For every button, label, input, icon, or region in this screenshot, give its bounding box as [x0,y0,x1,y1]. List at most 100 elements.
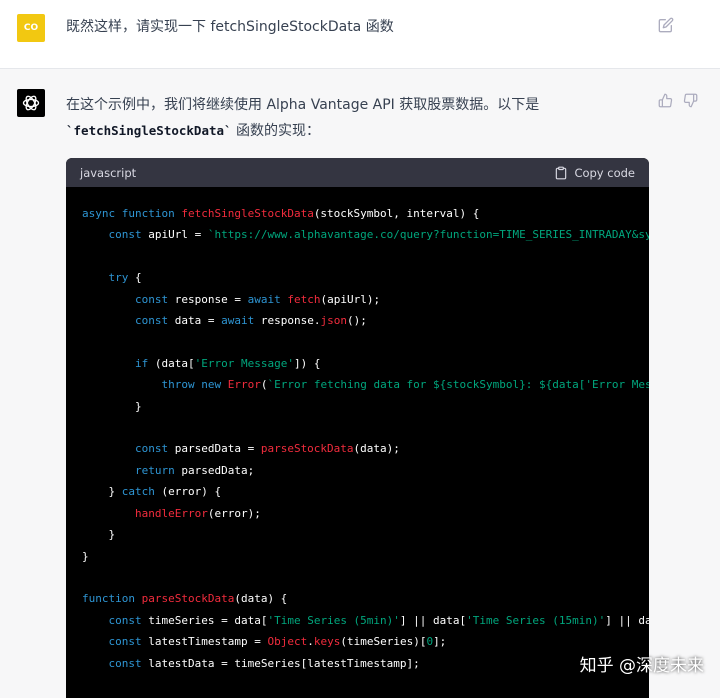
code-token: try [108,271,135,285]
code-token: data = [174,314,222,328]
code-token: fetch [287,292,321,306]
code-token: parsedData; [181,463,255,477]
code-token: latestTimestamp = [148,635,268,649]
code-line: function parseStockData(data) { [82,588,649,609]
code-token: await [247,292,288,306]
copy-code-button[interactable]: Copy code [554,166,635,180]
user-message-row: CO 既然这样，请实现一下 fetchSingleStockData 函数 [0,0,720,69]
code-token: if [134,356,155,370]
code-token: Object [267,635,308,649]
code-token: throw [161,378,202,392]
code-token: latestData = timeSeries[latestTimestamp]… [148,656,420,670]
code-token: const [108,656,149,670]
code-token: return [134,463,182,477]
code-token: `Error fetching data for ${stockSymbol}:… [267,378,649,392]
code-token: (timeSeries)[ [340,635,427,649]
code-token: parseStockData [260,442,354,456]
code-token: const [108,228,149,242]
code-token: await [221,314,261,328]
code-token: ]) { [293,356,321,370]
code-token: (data) { [234,592,288,606]
code-token: const [108,613,149,627]
code-line: const latestData = timeSeries[latestTime… [82,653,649,674]
code-token: response = [174,292,248,306]
code-token: keys [313,635,341,649]
code-token: } [82,399,142,413]
code-token: const [134,442,175,456]
code-token: apiUrl = [148,228,208,242]
code-line: } [82,396,649,417]
code-token: const [134,314,175,328]
code-token: timeSeries = data[ [148,613,268,627]
code-token: function [121,207,182,220]
code-token: parsedData = [174,442,261,456]
code-line: const latestTimestamp = Object.keys(time… [82,631,649,652]
code-token: async [82,207,122,220]
code-token: { [135,271,142,285]
code-token: parseStockData [141,592,235,606]
code-line: const data = await response.json(); [82,310,649,331]
code-token: 'Error Message' [194,356,294,370]
copy-code-label: Copy code [574,165,635,180]
openai-logo-icon [22,95,40,111]
code-language: javascript [80,165,137,180]
code-line: } catch (error) { [82,481,649,502]
code-token: catch [121,485,162,499]
user-message-text: 既然这样，请实现一下 fetchSingleStockData 函数 [66,19,394,35]
code-line: if (data['Error Message']) { [82,353,649,374]
code-token: fetchSingleStockData [181,207,314,220]
assistant-avatar [17,89,45,117]
intro-tail: 函数的实现： [231,123,321,139]
code-token: const [108,635,149,649]
thumb-down-icon[interactable] [683,93,698,108]
code-block: javascript Copy code async function fetc… [66,158,649,698]
code-line: return parsedData; [82,460,649,481]
assistant-message-row: 在这个示例中，我们将继续使用 Alpha Vantage API 获取股票数据。… [0,69,720,698]
code-token: (error); [207,506,261,520]
code-content: async function fetchSingleStockData(stoc… [66,187,649,674]
code-token: handleError [134,506,208,520]
code-line: ​ [82,567,649,588]
code-line: } [82,524,649,545]
code-token: } [82,528,116,542]
code-token: Error [227,378,261,392]
code-line: ​ [82,246,649,267]
code-token: ] || data[ [605,613,649,627]
code-token: (apiUrl); [320,292,381,306]
code-token: (data[ [154,356,195,370]
assistant-intro-text: 在这个示例中，我们将继续使用 Alpha Vantage API 获取股票数据。… [66,92,626,144]
code-line: try { [82,267,649,288]
code-line: async function fetchSingleStockData(stoc… [82,203,649,224]
code-token: const [134,292,175,306]
code-line: const apiUrl = `https://www.alphavantage… [82,224,650,245]
code-token: . [307,635,314,649]
clipboard-icon [556,166,567,179]
code-line: } [82,546,649,567]
code-token: (data); [353,442,400,456]
code-token: } [82,485,122,499]
code-line: const parsedData = parseStockData(data); [82,438,649,459]
code-token: (); [346,314,367,328]
intro-text: 在这个示例中，我们将继续使用 Alpha Vantage API 获取股票数据。… [66,97,540,113]
code-token: 'Time Series (5min)' [267,613,400,627]
code-line: const response = await fetch(apiUrl); [82,289,649,310]
code-token: (error) { [161,485,222,499]
code-line: ​ [82,331,649,352]
code-token: ] || data[ [399,613,467,627]
code-line: handleError(error); [82,503,649,524]
code-token: `https://www.alphavantage.co/query?funct… [207,228,649,242]
user-avatar: CO [17,14,45,42]
thumb-up-icon[interactable] [658,93,673,108]
code-line: const timeSeries = data['Time Series (5m… [82,610,650,631]
edit-icon[interactable] [658,17,674,33]
